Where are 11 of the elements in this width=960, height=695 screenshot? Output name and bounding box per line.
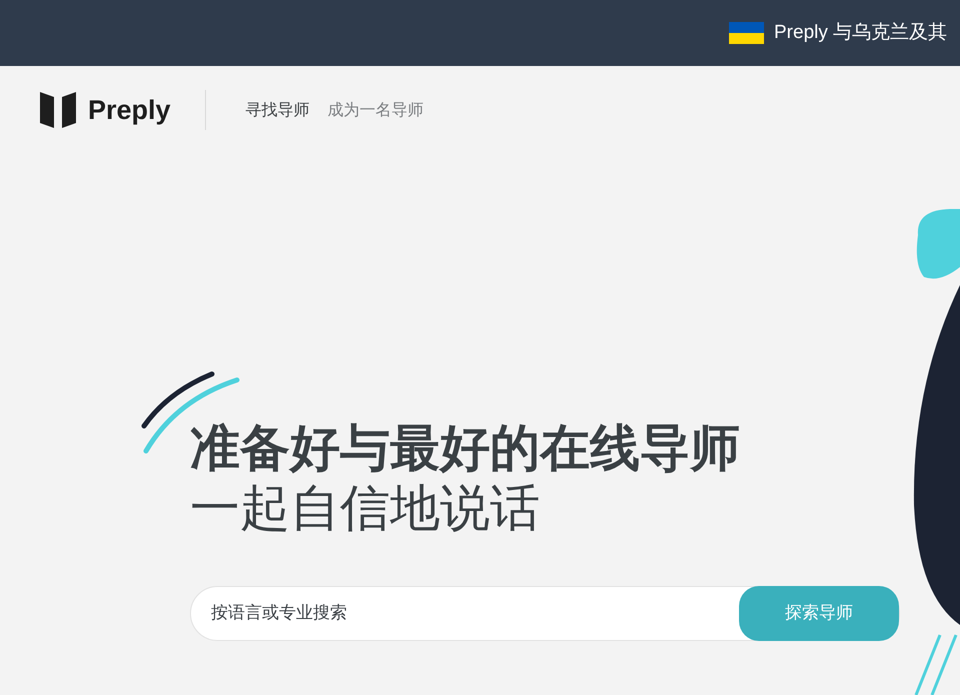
logo-text: Preply (88, 94, 171, 127)
logo-icon (40, 92, 76, 128)
search-button[interactable]: 探索导师 (739, 586, 899, 641)
hero-title: 准备好与最好的在线导师 (190, 418, 741, 478)
hero-subtitle: 一起自信地说话 (190, 478, 541, 538)
logo[interactable]: Preply (40, 90, 171, 130)
search-field[interactable]: 按语言或专业搜索 探索导师 (190, 586, 900, 641)
banner-text: Preply 与乌克兰及其 (774, 20, 948, 45)
nav-link[interactable]: 寻找导师 (246, 98, 310, 122)
flag-icon (729, 22, 764, 44)
nav-link[interactable]: 成为一名导师 (328, 98, 424, 122)
